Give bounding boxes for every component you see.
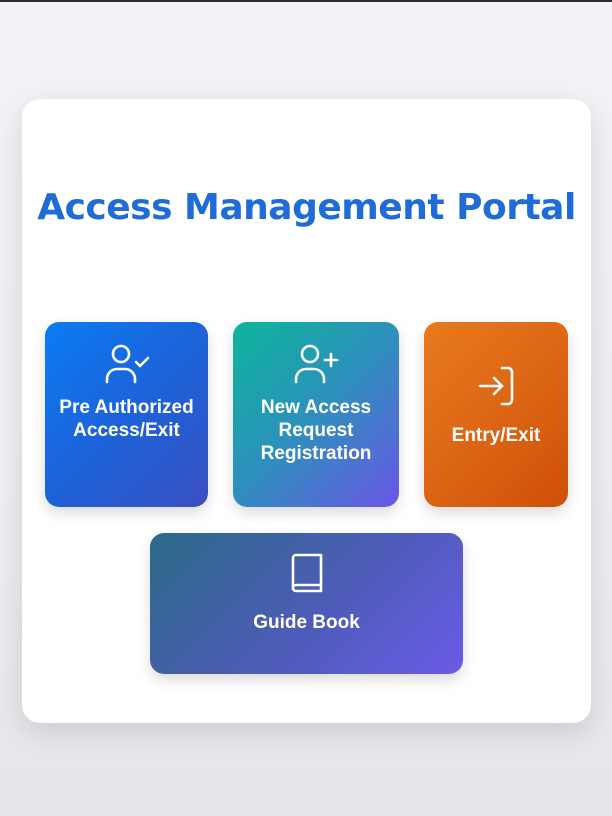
page-title: Access Management Portal xyxy=(37,187,576,228)
sign-in-icon xyxy=(472,362,520,410)
entry-exit-tile[interactable]: Entry/Exit xyxy=(424,322,568,507)
pre-authorized-access-tile[interactable]: Pre Authorized Access/Exit xyxy=(45,322,208,507)
portal-card: Access Management Portal Pre Authorized … xyxy=(22,99,591,723)
user-check-icon xyxy=(103,340,151,388)
new-access-request-tile[interactable]: New Access Request Registration xyxy=(233,322,399,507)
user-plus-icon xyxy=(292,340,340,388)
tile-label: Pre Authorized Access/Exit xyxy=(59,397,194,441)
top-border xyxy=(0,0,612,2)
tile-label: Guide Book xyxy=(253,612,360,633)
tile-label: Entry/Exit xyxy=(451,425,541,446)
book-icon xyxy=(283,549,331,597)
tile-label: New Access Request Registration xyxy=(260,397,372,464)
guide-book-tile[interactable]: Guide Book xyxy=(150,533,463,674)
